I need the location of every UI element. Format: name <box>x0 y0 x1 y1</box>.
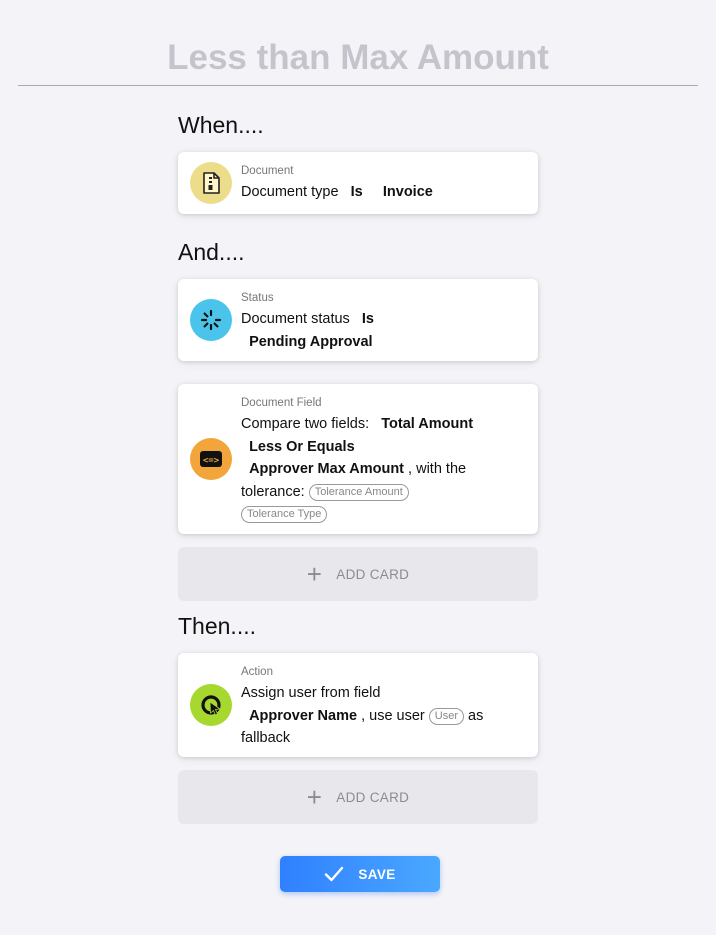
card-category: Action <box>241 666 273 678</box>
operator-chip[interactable]: Is <box>351 184 363 200</box>
field-chip[interactable]: Approver Max Amount <box>249 461 404 477</box>
card-category: Document Field <box>241 397 322 409</box>
action-text: , use user <box>361 707 425 724</box>
add-card-label: ADD CARD <box>336 566 410 582</box>
condition-text: Document type <box>241 184 339 200</box>
tolerance-amount-pill[interactable]: Tolerance Amount <box>308 483 409 501</box>
add-card-button[interactable]: + ADD CARD <box>178 770 538 824</box>
value-chip[interactable]: Invoice <box>383 184 433 200</box>
operator-chip[interactable]: Less Or Equals <box>249 439 355 455</box>
card-category: Document <box>241 165 294 177</box>
condition-text: Compare two fields: <box>241 416 370 432</box>
action-text: fallback <box>241 730 291 746</box>
document-condition-card[interactable]: Document Document type Is Invoice <box>178 152 538 214</box>
operator-chip[interactable]: Is <box>362 311 374 327</box>
page-title: Less than Max Amount <box>167 38 549 77</box>
add-card-button[interactable]: + ADD CARD <box>178 547 538 601</box>
title-divider <box>18 85 698 86</box>
document-field-condition-card[interactable]: <=> Document Field Compare two fields: T… <box>178 384 538 534</box>
field-chip[interactable]: Approver Name <box>249 708 357 724</box>
condition-text: tolerance: <box>241 483 305 500</box>
condition-text: Document status <box>241 311 350 327</box>
action-text: as <box>468 707 484 724</box>
assign-cursor-icon <box>190 684 232 726</box>
card-category: Status <box>241 292 274 304</box>
check-icon <box>325 866 344 882</box>
plus-icon: + <box>306 782 323 812</box>
section-label-when: When.... <box>178 112 264 138</box>
section-label-and: And.... <box>178 239 245 265</box>
spinner-icon <box>190 299 232 341</box>
tolerance-type-pill[interactable]: Tolerance Type <box>241 506 328 523</box>
save-label: SAVE <box>358 866 396 882</box>
section-label-then: Then.... <box>178 613 256 639</box>
status-condition-card[interactable]: Status Document status Is Pending Approv… <box>178 279 538 361</box>
action-text: Assign user from field <box>241 685 381 701</box>
plus-icon: + <box>306 559 323 589</box>
user-pill[interactable]: User <box>428 707 465 725</box>
compare-arrows-icon: <=> <box>190 438 232 480</box>
value-chip[interactable]: Pending Approval <box>249 334 373 350</box>
action-card[interactable]: Action Assign user from field Approver N… <box>178 653 538 757</box>
document-zip-icon <box>190 162 232 204</box>
save-button[interactable]: SAVE <box>280 856 440 892</box>
field-chip[interactable]: Total Amount <box>381 416 473 432</box>
add-card-label: ADD CARD <box>336 789 410 805</box>
condition-text: , with the <box>408 461 467 477</box>
svg-text:<=>: <=> <box>203 456 220 466</box>
